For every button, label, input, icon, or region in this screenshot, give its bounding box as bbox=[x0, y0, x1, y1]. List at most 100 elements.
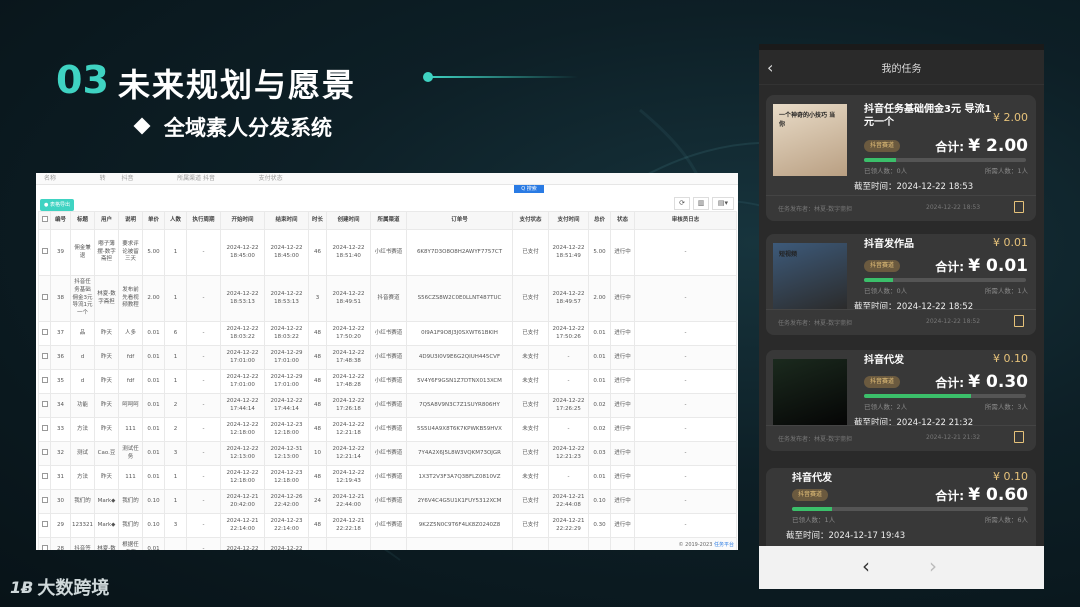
table-row[interactable]: 39 佣金兼退 嘟子薄摆-数字斋担 要求评论被留三天 5.00 1-2024-12-22 … bbox=[38, 229, 737, 276]
brand-logo: 1Ƀ 大数跨境 bbox=[10, 574, 109, 600]
table-row[interactable]: 36 d 昨天 fdf 0.01 1-2024-12-22 17:01:00 2024-12… bbox=[38, 345, 737, 370]
table-cell: 我们的 bbox=[118, 489, 143, 514]
table-cell: 2024-12-26 22:42:00 bbox=[264, 489, 309, 514]
row-checkbox[interactable] bbox=[38, 489, 51, 514]
table-cell: 0.01 bbox=[142, 321, 165, 346]
row-checkbox[interactable] bbox=[38, 513, 51, 538]
table-cell: 48 bbox=[308, 369, 327, 394]
task-price: ¥ 0.10 bbox=[993, 470, 1028, 483]
column-header[interactable]: 编号 bbox=[50, 211, 71, 230]
task-thumbnail[interactable]: 一个神奇的小技巧 当你 bbox=[773, 104, 847, 176]
progress-bar bbox=[864, 158, 1026, 162]
next-page-icon[interactable]: › bbox=[929, 554, 937, 578]
table-cell: - bbox=[186, 369, 221, 394]
row-checkbox[interactable] bbox=[38, 369, 51, 394]
row-checkbox[interactable] bbox=[38, 345, 51, 370]
task-total: 合计: ¥ 0.01 bbox=[935, 256, 1028, 276]
table-cell: 小红书赛道 bbox=[370, 229, 407, 276]
search-button[interactable]: Q 搜索 bbox=[514, 185, 544, 193]
column-header[interactable]: 状态 bbox=[610, 211, 635, 230]
table-cell bbox=[610, 537, 635, 550]
export-button[interactable]: ● 表格导出 bbox=[40, 199, 74, 211]
row-checkbox[interactable] bbox=[38, 441, 51, 466]
refresh-icon[interactable]: ⟳ bbox=[674, 197, 690, 210]
table-row[interactable]: 34 功能 昨天 呵呵呵 0.01 2-2024-12-22 17:44:14 2024-1… bbox=[38, 393, 737, 418]
table-cell: 0.03 bbox=[588, 441, 611, 466]
table-cell: 进行中 bbox=[610, 369, 635, 394]
channel-tag: 抖音赛道 bbox=[864, 140, 900, 152]
task-card[interactable]: 短视频 抖音发作品 ¥ 0.01 抖音赛道 合计: ¥ 0.01 已领人数：0人 所需人数：… bbox=[766, 234, 1036, 335]
column-header[interactable]: 审核员日志 bbox=[634, 211, 737, 230]
select-all-checkbox[interactable] bbox=[38, 211, 51, 230]
table-cell: 昨天 bbox=[94, 417, 119, 442]
table-row[interactable]: 35 d 昨天 fdf 0.01 1-2024-12-22 17:01:00 2024-12… bbox=[38, 369, 737, 394]
edit-note-icon[interactable] bbox=[1014, 201, 1024, 213]
table-row[interactable]: 30 我们的 Mark◆ 我们的 0.10 1-2024-12-21 20:42:00 20… bbox=[38, 489, 737, 514]
table-row[interactable]: 32 测试 Cao.豆 测试任务 0.01 3-2024-12-22 12:13:00 20… bbox=[38, 441, 737, 466]
table-cell: 2024-12-22 12:21:14 bbox=[326, 441, 371, 466]
column-header[interactable]: 创建时间 bbox=[326, 211, 371, 230]
row-checkbox[interactable] bbox=[38, 393, 51, 418]
table-row[interactable]: 33 方法 昨天 111 0.01 2-2024-12-22 12:18:00 2024-1… bbox=[38, 417, 737, 442]
row-checkbox[interactable] bbox=[38, 537, 51, 550]
column-header[interactable]: 支付状态 bbox=[512, 211, 549, 230]
table-row[interactable]: 31 方法 昨天 111 0.01 1-2024-12-22 12:18:00 2024-1… bbox=[38, 465, 737, 490]
row-checkbox[interactable] bbox=[38, 229, 51, 276]
table-cell: 0I9A1F9O8J3J0SXWT61BKIH bbox=[406, 321, 513, 346]
table-cell: 34 bbox=[50, 393, 71, 418]
export-menu-icon[interactable]: ▤▾ bbox=[712, 197, 734, 210]
row-checkbox[interactable] bbox=[38, 275, 51, 322]
table-cell: 39 bbox=[50, 229, 71, 276]
table-cell: 2024-12-29 17:01:00 bbox=[264, 345, 309, 370]
task-card[interactable]: 抖音代发 ¥ 0.10 抖音赛道 合计: ¥ 0.30 已领人数：2人 所需人数：3人 截至… bbox=[766, 350, 1036, 451]
column-header[interactable]: 标题 bbox=[70, 211, 95, 230]
column-header[interactable]: 执行周期 bbox=[186, 211, 221, 230]
table-cell: 48 bbox=[308, 345, 327, 370]
table-cell: 2024-12-21 22:44:08 bbox=[548, 489, 589, 514]
column-header[interactable]: 支付时间 bbox=[548, 211, 589, 230]
section-title: 未来规划与愿景 bbox=[118, 66, 357, 104]
row-checkbox[interactable] bbox=[38, 417, 51, 442]
mobile-navbar: ‹ 我的任务 bbox=[759, 50, 1044, 85]
table-cell: 2024-12-22 12:18:00 bbox=[220, 417, 265, 442]
table-row[interactable]: 29 123321 Mark◆ 我们的 0.10 3-2024-12-21 22:14:0… bbox=[38, 513, 737, 538]
table-toolbar: Q 搜索 ● 表格导出 ⟳ ▥ ▤▾ bbox=[36, 185, 738, 211]
column-header[interactable]: 订单号 bbox=[406, 211, 513, 230]
table-cell: 3 bbox=[308, 275, 327, 322]
table-cell: 29 bbox=[50, 513, 71, 538]
table-cell: 0.01 bbox=[588, 321, 611, 346]
column-header[interactable]: 单价 bbox=[142, 211, 165, 230]
task-card[interactable]: 一个神奇的小技巧 当你 抖音任务基础佣金3元 导流1元一个 ¥ 2.00 抖音赛道 合计… bbox=[766, 95, 1036, 221]
table-cell: 抖音签 bbox=[70, 537, 95, 550]
column-header[interactable]: 人数 bbox=[164, 211, 187, 230]
edit-note-icon[interactable] bbox=[1014, 315, 1024, 327]
column-header[interactable]: 结束时间 bbox=[264, 211, 309, 230]
table-cell: 0.30 bbox=[588, 513, 611, 538]
column-header[interactable]: 总价 bbox=[588, 211, 611, 230]
row-checkbox[interactable] bbox=[38, 465, 51, 490]
publish-time: 2024-12-21 21:32 bbox=[926, 434, 981, 441]
column-header[interactable]: 开始时间 bbox=[220, 211, 265, 230]
table-cell: 0.02 bbox=[588, 393, 611, 418]
column-header[interactable]: 说明 bbox=[118, 211, 143, 230]
table-row[interactable]: 37 品昨天 人多 0.01 6-2024-12-22 18:03:22 2024-12-… bbox=[38, 321, 737, 346]
table-cell: - bbox=[634, 345, 737, 370]
table-row[interactable]: 28抖音签林夏-数根据任务要0.01-2024-12-222024-12-22 bbox=[38, 537, 737, 550]
column-header[interactable]: 所属渠道 bbox=[370, 211, 407, 230]
columns-icon[interactable]: ▥ bbox=[693, 197, 709, 210]
table-row[interactable]: 38 抖音任务基础佣金3元导流1元一个 林夏-数字斋担 发布前先看视频教程 2.00 1-… bbox=[38, 275, 737, 322]
prev-page-icon[interactable]: ‹ bbox=[862, 554, 870, 578]
edit-note-icon[interactable] bbox=[1014, 431, 1024, 443]
task-thumbnail[interactable] bbox=[773, 359, 847, 425]
table-cell: d bbox=[70, 345, 95, 370]
column-header[interactable]: 时长 bbox=[308, 211, 327, 230]
total-amount: ¥ 0.01 bbox=[968, 256, 1028, 276]
column-header[interactable]: 用户 bbox=[94, 211, 119, 230]
table-cell: 呵呵呵 bbox=[118, 393, 143, 418]
table-cell: 我们的 bbox=[70, 489, 95, 514]
table-cell: 2024-12-22 18:51:40 bbox=[326, 229, 371, 276]
footer-link[interactable]: 任务平台 bbox=[714, 542, 734, 548]
task-thumbnail[interactable]: 短视频 bbox=[773, 243, 847, 309]
row-checkbox[interactable] bbox=[38, 321, 51, 346]
joined-count: 已领人数：1人 bbox=[792, 516, 836, 524]
